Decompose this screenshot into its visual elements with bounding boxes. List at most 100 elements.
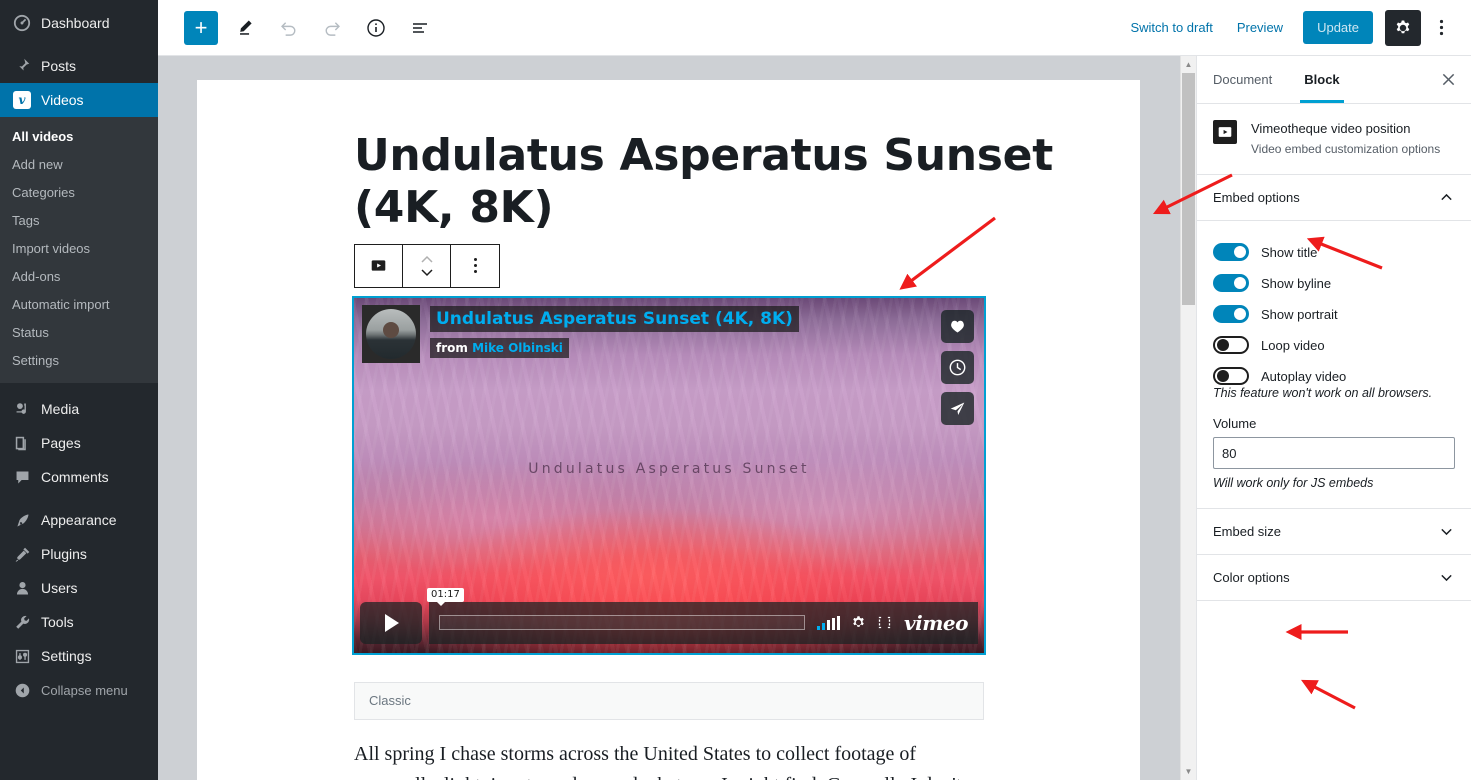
inspector-tabs: Document Block: [1197, 56, 1471, 104]
sidebar-item-status[interactable]: Status: [0, 319, 158, 347]
post-sheet: Undulatus Asperatus Sunset (4K, 8K) Undu…: [197, 80, 1140, 780]
dashboard-icon: [12, 13, 32, 33]
sidebar-item-all-videos[interactable]: All videos: [0, 123, 158, 151]
chevron-down-icon: [1438, 569, 1455, 586]
video-block-icon: [1213, 120, 1237, 144]
toggle-show-portrait[interactable]: Show portrait: [1213, 305, 1455, 323]
sidebar-item-plugins[interactable]: Plugins: [0, 537, 158, 571]
toggle-show-byline[interactable]: Show byline: [1213, 274, 1455, 292]
like-heart-icon[interactable]: [941, 309, 974, 343]
sidebar-item-label: Plugins: [41, 546, 87, 562]
scrollbar-thumb[interactable]: [1182, 73, 1195, 305]
tab-block[interactable]: Block: [1288, 56, 1355, 103]
sidebar-item-videos[interactable]: v Videos: [0, 83, 158, 117]
video-title[interactable]: Undulatus Asperatus Sunset (4K, 8K): [430, 305, 799, 332]
panel-header-color-options[interactable]: Color options: [1197, 555, 1471, 601]
canvas-scroll-region: Undulatus Asperatus Sunset (4K, 8K) Undu…: [158, 56, 1180, 780]
panel-header-embed-size[interactable]: Embed size: [1197, 509, 1471, 555]
sidebar-item-settings-videos[interactable]: Settings: [0, 347, 158, 375]
panel-body-embed-options: Show title Show byline Show portrait Loo…: [1197, 221, 1471, 509]
classic-block-placeholder[interactable]: Classic: [354, 681, 984, 720]
edit-pencil-icon[interactable]: [226, 10, 262, 46]
sidebar-item-dashboard[interactable]: Dashboard: [0, 6, 158, 40]
block-options-ellipsis-icon[interactable]: [451, 245, 499, 287]
volume-input[interactable]: [1213, 437, 1455, 469]
block-info-card: Vimeotheque video position Video embed c…: [1197, 104, 1471, 175]
scroll-down-arrow-icon[interactable]: ▼: [1181, 763, 1196, 780]
toggle-label: Show byline: [1261, 275, 1332, 291]
sidebar-item-media[interactable]: Media: [0, 392, 158, 426]
toggle-switch[interactable]: [1213, 305, 1249, 323]
scroll-up-arrow-icon[interactable]: ▲: [1181, 56, 1196, 73]
panel-label: Color options: [1213, 570, 1290, 585]
video-progress-area[interactable]: 01:17 vimeo: [427, 587, 978, 644]
sidebar-item-tools[interactable]: Tools: [0, 605, 158, 639]
watch-later-clock-icon[interactable]: [941, 350, 974, 384]
undo-icon[interactable]: [270, 10, 306, 46]
toggle-switch[interactable]: [1213, 336, 1249, 354]
redo-icon[interactable]: [314, 10, 350, 46]
sidebar-item-pages[interactable]: Pages: [0, 426, 158, 460]
vimeo-video-embed[interactable]: Undulatus Asperatus Sunset (4K, 8K) from…: [352, 295, 986, 655]
toggle-switch[interactable]: [1213, 367, 1249, 385]
sidebar-item-add-ons[interactable]: Add-ons: [0, 263, 158, 291]
panel-label: Embed options: [1213, 190, 1300, 205]
video-progress-track[interactable]: [439, 615, 806, 631]
page-title[interactable]: Undulatus Asperatus Sunset (4K, 8K): [354, 130, 1084, 234]
close-icon[interactable]: [1425, 56, 1471, 103]
toggle-label: Loop video: [1261, 337, 1325, 353]
wordpress-block-editor: Dashboard Posts v Videos All videos Add …: [0, 0, 1471, 780]
sidebar-item-tags[interactable]: Tags: [0, 207, 158, 235]
sidebar-item-posts[interactable]: Posts: [0, 49, 158, 83]
sidebar-item-label: Videos: [41, 92, 84, 108]
vimeo-logo[interactable]: vimeo: [904, 611, 968, 635]
comments-icon: [12, 467, 32, 487]
video-duration: 01:17: [427, 587, 464, 606]
collapse-menu-button[interactable]: Collapse menu: [0, 673, 158, 707]
toggle-switch[interactable]: [1213, 243, 1249, 261]
autoplay-help-note: This feature won't work on all browsers.: [1213, 386, 1433, 400]
collapse-menu-label: Collapse menu: [41, 682, 128, 698]
add-block-button[interactable]: +: [184, 10, 218, 45]
sidebar-item-comments[interactable]: Comments: [0, 460, 158, 494]
block-navigation-icon[interactable]: [402, 10, 438, 46]
move-up-down-icon[interactable]: [403, 244, 451, 287]
sidebar-item-automatic-import[interactable]: Automatic import: [0, 291, 158, 319]
post-paragraph[interactable]: All spring I chase storms across the Uni…: [354, 739, 984, 780]
admin-sidebar: Dashboard Posts v Videos All videos Add …: [0, 0, 158, 780]
sidebar-item-appearance[interactable]: Appearance: [0, 503, 158, 537]
media-icon: [12, 399, 32, 419]
sidebar-item-users[interactable]: Users: [0, 571, 158, 605]
share-paperplane-icon[interactable]: [941, 391, 974, 425]
sidebar-item-label: Settings: [41, 648, 92, 664]
video-action-buttons: [941, 309, 974, 425]
byline-author[interactable]: Mike Olbinski: [472, 341, 563, 355]
sidebar-item-import-videos[interactable]: Import videos: [0, 235, 158, 263]
info-icon[interactable]: [358, 10, 394, 46]
panel-header-embed-options[interactable]: Embed options: [1197, 175, 1471, 221]
tab-document[interactable]: Document: [1197, 56, 1288, 103]
sidebar-item-settings[interactable]: Settings: [0, 639, 158, 673]
video-center-caption: Undulatus Asperatus Sunset: [528, 460, 810, 477]
sidebar-item-add-new[interactable]: Add new: [0, 151, 158, 179]
header-left-tools: +: [184, 10, 438, 46]
sidebar-item-label: Media: [41, 401, 80, 417]
volume-bars-icon[interactable]: [817, 615, 841, 630]
toggle-autoplay-video[interactable]: Autoplay video: [1213, 367, 1455, 385]
sidebar-item-label: Pages: [41, 435, 81, 451]
gear-icon[interactable]: [1385, 9, 1421, 46]
video-block-type-icon[interactable]: [355, 244, 403, 287]
sidebar-item-categories[interactable]: Categories: [0, 179, 158, 207]
toggle-show-title[interactable]: Show title: [1213, 243, 1455, 261]
canvas-scrollbar[interactable]: ▲ ▼: [1180, 56, 1196, 780]
toggle-loop-video[interactable]: Loop video: [1213, 336, 1455, 354]
fullscreen-icon[interactable]: [877, 615, 892, 630]
play-icon[interactable]: [360, 601, 422, 644]
preview-button[interactable]: Preview: [1227, 14, 1293, 41]
settings-gear-icon[interactable]: [851, 615, 866, 630]
sidebar-item-label: Posts: [41, 58, 77, 74]
toggle-switch[interactable]: [1213, 274, 1249, 292]
switch-to-draft-button[interactable]: Switch to draft: [1120, 14, 1222, 41]
update-button[interactable]: Update: [1303, 11, 1373, 44]
ellipsis-vertical-icon[interactable]: [1427, 10, 1455, 46]
